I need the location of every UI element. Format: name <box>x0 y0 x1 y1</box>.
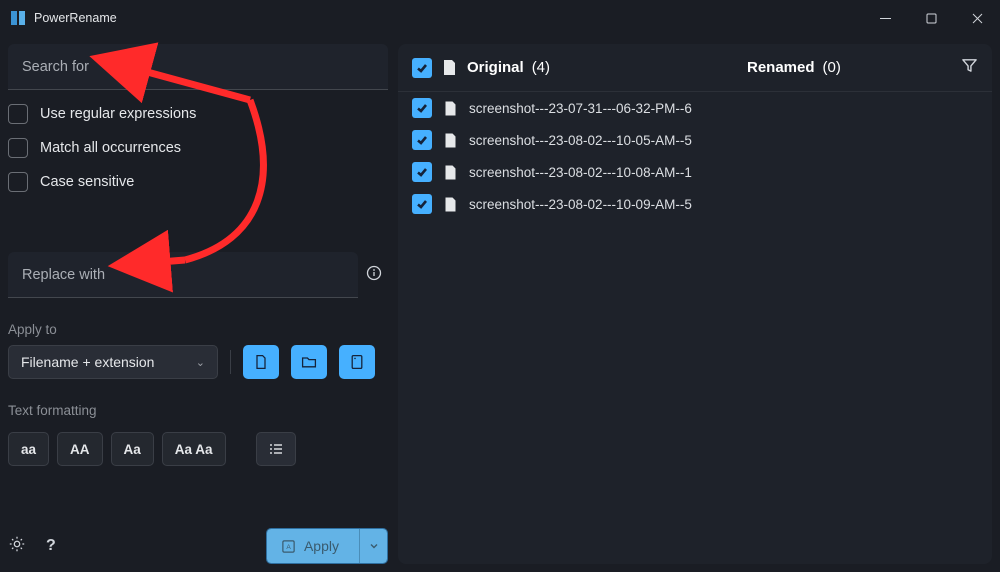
file-icon <box>444 197 457 212</box>
file-icon <box>444 101 457 116</box>
apply-to-selected: Filename + extension <box>21 354 154 370</box>
file-name: screenshot---23-08-02---10-08-AM--1 <box>469 165 699 180</box>
settings-button[interactable] <box>8 535 26 558</box>
uppercase-button[interactable]: AA <box>57 432 103 466</box>
file-checkbox[interactable] <box>412 162 432 182</box>
renamed-column-header: Renamed <box>747 59 815 76</box>
titlebar: PowerRename <box>0 0 1000 36</box>
file-icon <box>444 133 457 148</box>
regex-label: Use regular expressions <box>40 106 196 122</box>
search-input[interactable] <box>8 44 388 90</box>
case-sensitive-label: Case sensitive <box>40 174 134 190</box>
left-panel: Use regular expressions Match all occurr… <box>8 44 388 564</box>
info-icon[interactable] <box>366 265 382 286</box>
subfolder-type-button[interactable] <box>339 345 375 379</box>
window-title: PowerRename <box>34 11 117 25</box>
file-name: screenshot---23-07-31---06-32-PM--6 <box>469 101 699 116</box>
file-rows-container: screenshot---23-07-31---06-32-PM--6 scre… <box>398 92 992 220</box>
enumerate-button[interactable] <box>256 432 296 466</box>
file-row[interactable]: screenshot---23-08-02---10-08-AM--1 <box>398 156 992 188</box>
regex-checkbox[interactable] <box>8 104 28 124</box>
file-type-button[interactable] <box>243 345 279 379</box>
lowercase-button[interactable]: aa <box>8 432 49 466</box>
original-column-header: Original <box>467 59 524 76</box>
renamed-count: (0) <box>823 59 841 76</box>
original-count: (4) <box>532 59 550 76</box>
file-header-icon <box>442 59 457 76</box>
svg-text:A: A <box>286 543 291 550</box>
match-all-checkbox[interactable] <box>8 138 28 158</box>
replace-input[interactable] <box>8 252 358 298</box>
separator <box>230 350 231 374</box>
help-button[interactable]: ? <box>46 537 56 555</box>
apply-to-dropdown[interactable]: Filename + extension ⌄ <box>8 345 218 379</box>
apply-button[interactable]: A Apply <box>267 529 359 563</box>
close-button[interactable] <box>954 2 1000 34</box>
case-sensitive-checkbox[interactable] <box>8 172 28 192</box>
file-name: screenshot---23-08-02---10-09-AM--5 <box>469 197 699 212</box>
select-all-checkbox[interactable] <box>412 58 432 78</box>
titlecase-each-button[interactable]: Aa Aa <box>162 432 226 466</box>
apply-dropdown-button[interactable] <box>359 529 387 563</box>
apply-to-label: Apply to <box>8 322 388 337</box>
file-checkbox[interactable] <box>412 194 432 214</box>
file-checkbox[interactable] <box>412 130 432 150</box>
titlecase-button[interactable]: Aa <box>111 432 154 466</box>
match-all-label: Match all occurrences <box>40 140 181 156</box>
file-icon <box>444 165 457 180</box>
minimize-button[interactable] <box>862 2 908 34</box>
file-list-panel: Original (4) Renamed (0) screenshot---23… <box>398 44 992 564</box>
folder-type-button[interactable] <box>291 345 327 379</box>
filter-icon[interactable] <box>961 57 978 79</box>
app-icon <box>10 10 26 26</box>
formatting-label: Text formatting <box>8 403 388 418</box>
file-checkbox[interactable] <box>412 98 432 118</box>
chevron-down-icon: ⌄ <box>196 356 205 369</box>
file-name: screenshot---23-08-02---10-05-AM--5 <box>469 133 699 148</box>
maximize-button[interactable] <box>908 2 954 34</box>
file-row[interactable]: screenshot---23-08-02---10-09-AM--5 <box>398 188 992 220</box>
file-row[interactable]: screenshot---23-08-02---10-05-AM--5 <box>398 124 992 156</box>
file-row[interactable]: screenshot---23-07-31---06-32-PM--6 <box>398 92 992 124</box>
apply-button-label: Apply <box>304 538 339 554</box>
